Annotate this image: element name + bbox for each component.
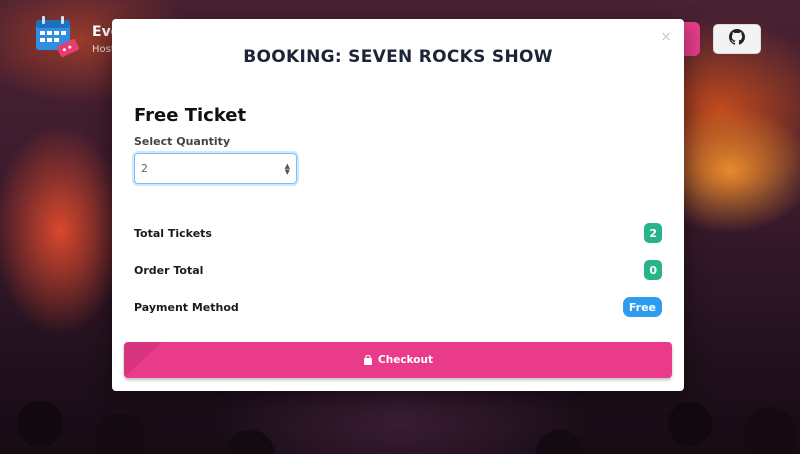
checkout-button[interactable]: Checkout [124, 342, 672, 378]
quantity-value: 2 [141, 162, 148, 175]
payment-method-badge: Free [622, 297, 662, 317]
close-icon[interactable]: × [660, 29, 672, 45]
booking-modal: × BOOKING: SEVEN ROCKS SHOW Free Ticket … [112, 19, 684, 391]
calendar-ticket-icon [34, 14, 82, 62]
order-total-row: Order Total 0 [134, 259, 662, 281]
bag-icon [363, 355, 373, 365]
order-total-badge: 0 [644, 260, 662, 280]
brand[interactable]: Eve Host [34, 14, 120, 62]
updown-arrows-icon: ▲ ▼ [284, 161, 290, 176]
total-tickets-row: Total Tickets 2 [134, 222, 662, 244]
checkout-label: Checkout [378, 354, 433, 366]
modal-title: BOOKING: SEVEN ROCKS SHOW [243, 47, 553, 67]
order-total-label: Order Total [134, 263, 204, 277]
quantity-label: Select Quantity [134, 135, 231, 148]
total-tickets-badge: 2 [644, 223, 662, 243]
total-tickets-label: Total Tickets [134, 226, 212, 240]
github-icon [729, 29, 745, 49]
ticket-name: Free Ticket [134, 105, 247, 126]
payment-method-label: Payment Method [134, 300, 239, 314]
payment-method-row: Payment Method Free [134, 296, 662, 318]
github-button[interactable] [713, 24, 761, 54]
quantity-select[interactable]: 2 ▲ ▼ [134, 153, 297, 184]
